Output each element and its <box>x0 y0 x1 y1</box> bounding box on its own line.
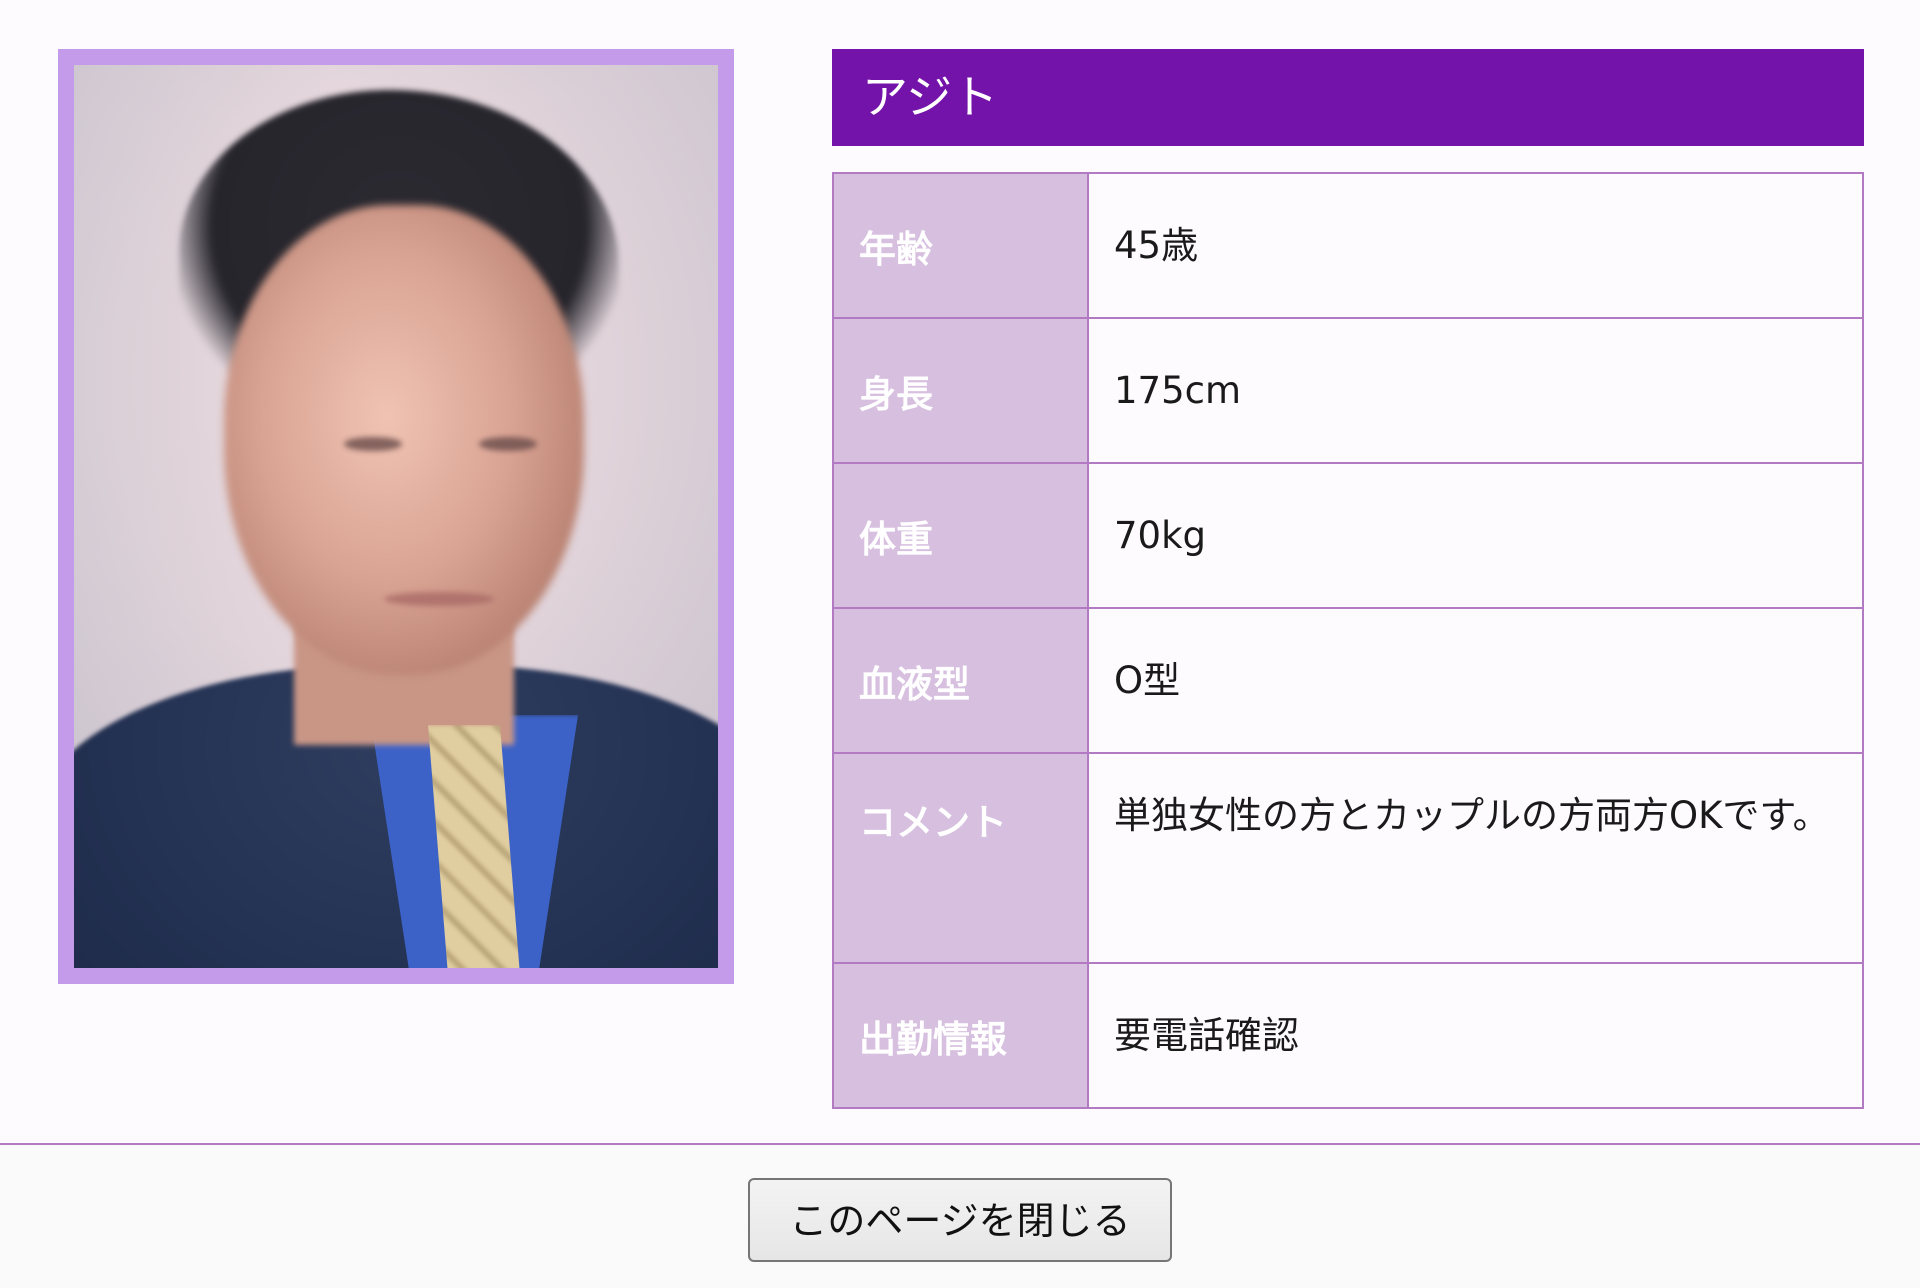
row-value-age: 45歳 <box>1087 172 1864 319</box>
row-label-height: 身長 <box>832 317 1089 464</box>
row-label-age: 年齢 <box>832 172 1089 319</box>
row-label-weight: 体重 <box>832 462 1089 609</box>
row-value-blood-type: O型 <box>1087 607 1864 754</box>
table-row: 年齢 45歳 <box>832 172 1864 319</box>
profile-name-header: アジト <box>832 49 1864 146</box>
profile-table: 年齢 45歳 身長 175cm 体重 70kg 血液型 O型 コメント 単独女性… <box>832 172 1864 1109</box>
row-value-comment: 単独女性の方とカップルの方両方OKです。 <box>1087 752 1864 964</box>
row-label-comment: コメント <box>832 752 1089 964</box>
row-value-height: 175cm <box>1087 317 1864 464</box>
table-row: 体重 70kg <box>832 462 1864 609</box>
table-row: 身長 175cm <box>832 317 1864 464</box>
close-page-button[interactable]: このページを閉じる <box>748 1178 1172 1262</box>
row-label-schedule: 出勤情報 <box>832 962 1089 1109</box>
table-row: 出勤情報 要電話確認 <box>832 962 1864 1109</box>
row-value-schedule: 要電話確認 <box>1087 962 1864 1109</box>
row-label-blood-type: 血液型 <box>832 607 1089 754</box>
profile-page: アジト 年齢 45歳 身長 175cm 体重 70kg 血液型 O型 コメント … <box>0 0 1920 1288</box>
profile-photo-frame <box>58 49 734 984</box>
profile-photo <box>74 65 718 968</box>
row-value-weight: 70kg <box>1087 462 1864 609</box>
table-row: 血液型 O型 <box>832 607 1864 754</box>
table-row: コメント 単独女性の方とカップルの方両方OKです。 <box>832 752 1864 964</box>
